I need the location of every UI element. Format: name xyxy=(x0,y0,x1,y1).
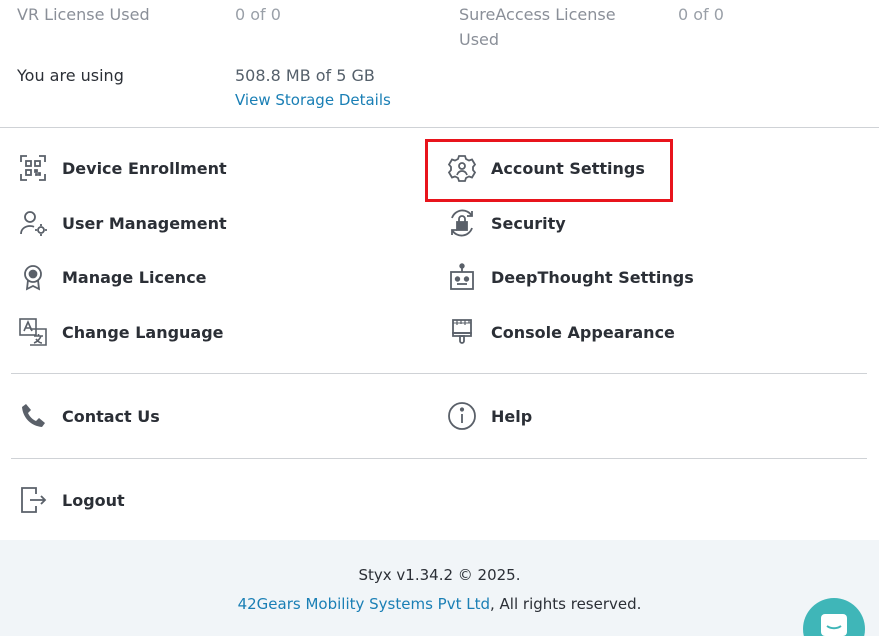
menu-user-management-label: User Management xyxy=(62,213,227,233)
view-storage-details-link[interactable]: View Storage Details xyxy=(235,88,391,113)
menu-device-enrollment-label: Device Enrollment xyxy=(62,158,227,178)
menu-logout-label: Logout xyxy=(62,490,125,510)
menu-change-language[interactable]: Change Language xyxy=(17,312,224,352)
menu-help-label: Help xyxy=(491,406,533,426)
menu-security[interactable]: Security xyxy=(446,203,566,243)
info-icon xyxy=(446,400,478,432)
version-text: Styx v1.34.2 © 2025. xyxy=(358,566,521,584)
storage-usage-value: 508.8 MB of 5 GB xyxy=(235,66,375,85)
menu-deepthought-settings-label: DeepThought Settings xyxy=(491,267,694,287)
divider xyxy=(11,458,867,459)
menu-device-enrollment[interactable]: Device Enrollment xyxy=(17,148,227,188)
rights-text: , All rights reserved. xyxy=(490,595,642,613)
sureaccess-license-label-cont: Used xyxy=(459,30,500,49)
menu-console-appearance[interactable]: Console Appearance xyxy=(446,312,675,352)
translate-icon xyxy=(17,316,49,348)
phone-icon xyxy=(17,400,49,432)
logout-icon xyxy=(17,484,49,516)
divider xyxy=(0,127,879,128)
menu-contact-us[interactable]: Contact Us xyxy=(17,396,160,436)
chat-icon xyxy=(819,612,849,636)
qr-code-icon xyxy=(17,152,49,184)
sureaccess-license-label: SureAccess License xyxy=(459,5,616,24)
paint-brush-icon xyxy=(446,316,478,348)
user-gear-icon xyxy=(17,207,49,239)
menu-contact-us-label: Contact Us xyxy=(62,406,160,426)
menu-deepthought-settings[interactable]: DeepThought Settings xyxy=(446,257,694,297)
menu-change-language-label: Change Language xyxy=(62,322,224,342)
highlight-box xyxy=(425,139,673,202)
storage-usage-label: You are using xyxy=(17,66,124,85)
menu-manage-licence[interactable]: Manage Licence xyxy=(17,257,207,297)
badge-icon xyxy=(17,261,49,293)
copyright-line: 42Gears Mobility Systems Pvt Ltd, All ri… xyxy=(0,595,879,613)
divider xyxy=(11,373,867,374)
menu-manage-licence-label: Manage Licence xyxy=(62,267,207,287)
vr-license-label: VR License Used xyxy=(17,5,150,24)
vr-license-value: 0 of 0 xyxy=(235,5,281,24)
robot-icon xyxy=(446,261,478,293)
company-link[interactable]: 42Gears Mobility Systems Pvt Ltd xyxy=(238,595,490,613)
menu-help[interactable]: Help xyxy=(446,396,532,436)
footer: Styx v1.34.2 © 2025. 42Gears Mobility Sy… xyxy=(0,540,879,636)
menu-user-management[interactable]: User Management xyxy=(17,203,227,243)
menu-console-appearance-label: Console Appearance xyxy=(491,322,675,342)
menu-logout[interactable]: Logout xyxy=(17,480,125,520)
sureaccess-license-value: 0 of 0 xyxy=(678,5,724,24)
menu-security-label: Security xyxy=(491,213,566,233)
lock-refresh-icon xyxy=(446,207,478,239)
